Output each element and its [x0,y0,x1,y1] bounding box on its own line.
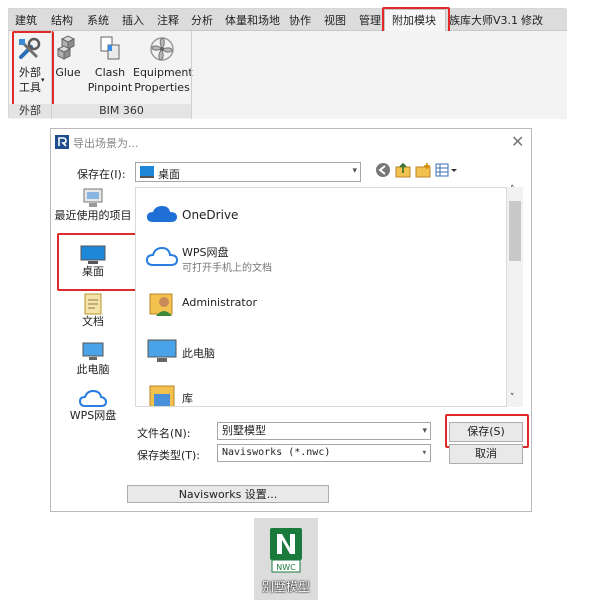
file-name: OneDrive [182,208,239,222]
place-this-pc[interactable]: 此电脑 [51,341,135,381]
ribbon-tab-bar: 建筑 结构 系统 插入 注释 分析 体量和场地 协作 视图 管理 附加模块 族库… [9,9,567,31]
list-item-onedrive[interactable]: OneDrive [146,200,446,240]
highlight-external-tools [12,31,54,107]
filetype-select[interactable]: Navisworks (*.nwc) ▾ [217,444,431,462]
clash-pinpoint-button[interactable]: Clash Pinpoint [87,35,133,101]
clash-pinpoint-label-1: Clash [94,66,126,79]
clash-pinpoint-label-2: Pinpoint [87,81,133,94]
glue-label: Glue [55,66,81,79]
place-wps-label: WPS网盘 [69,409,117,422]
place-recent[interactable]: 最近使用的项目 [51,187,135,227]
library-folder-icon [149,385,175,406]
tab-collaborate[interactable]: 协作 [289,12,311,28]
list-item-library[interactable]: 库 [146,380,446,406]
filename-input[interactable]: 别墅模型 ▾ [217,422,431,440]
tab-annotate[interactable]: 注释 [157,12,179,28]
filetype-value: Navisworks (*.nwc) [222,447,331,458]
tab-architecture[interactable]: 建筑 [15,12,37,28]
dialog-titlebar: 导出场景为... ✕ [51,129,531,157]
chevron-down-icon: ▾ [352,166,357,176]
panel-label-bim360: BIM 360 [52,104,191,118]
tab-view[interactable]: 视图 [324,12,346,28]
tab-systems[interactable]: 系统 [87,12,109,28]
nwc-file-tile[interactable]: NWC 别墅模型 [254,518,318,600]
place-wps[interactable]: WPS网盘 [51,389,135,429]
revit-app-icon [55,135,69,149]
equipment-properties-label-2: Properties [134,81,190,94]
file-list: OneDrive WPS网盘 可打开手机上的文档 Administrator 此… [135,187,507,407]
glue-cubes-icon [56,35,76,60]
close-icon[interactable]: ✕ [511,132,524,151]
wps-cloud-icon [79,389,107,407]
nwc-file-icon: NWC [270,528,302,573]
file-name: WPS网盘 [182,246,229,259]
save-in-label: 保存在(I): [77,168,126,181]
equipment-properties-button[interactable]: Equipment Properties [133,35,193,101]
place-documents[interactable]: 文档 [51,293,135,333]
chevron-down-icon: ▾ [422,426,427,436]
export-scene-dialog: 导出场景为... ✕ 保存在(I): 桌面 ▾ 最近使用的项目 桌面 文档 此电… [50,128,532,512]
tab-analyze[interactable]: 分析 [191,12,213,28]
cancel-button[interactable]: 取消 [449,444,523,464]
place-this-pc-label: 此电脑 [76,363,110,376]
equipment-fan-icon [150,37,174,61]
recent-items-icon [83,188,103,207]
nav-toolbar [373,162,463,182]
tab-insert[interactable]: 插入 [122,12,144,28]
place-recent-label: 最近使用的项目 [54,209,132,222]
glue-button[interactable]: Glue [53,35,83,101]
new-folder-icon[interactable] [415,162,431,178]
view-menu-icon[interactable] [435,162,457,178]
tab-manage[interactable]: 管理 [359,12,381,28]
list-item-administrator[interactable]: Administrator [146,288,446,328]
scroll-up-icon[interactable]: ˄ [510,185,515,195]
filename-value: 别墅模型 [222,424,266,437]
filetype-label: 保存类型(T): [137,449,201,462]
up-folder-icon[interactable] [395,162,411,178]
ribbon: 建筑 结构 系统 插入 注释 分析 体量和场地 协作 视图 管理 附加模块 族库… [8,7,567,119]
tab-family-library[interactable]: 族库大师V3.1 [449,12,518,28]
highlight-save-button [445,414,529,448]
chevron-down-icon: ▾ [421,448,427,458]
computer-icon [82,342,104,360]
tab-structure[interactable]: 结构 [51,12,73,28]
file-name: 此电脑 [182,347,215,360]
documents-icon [84,293,102,315]
scroll-down-icon[interactable]: ˅ [510,393,515,403]
file-name: Administrator [182,296,257,309]
places-bar: 最近使用的项目 桌面 文档 此电脑 WPS网盘 [51,187,137,471]
back-icon[interactable] [375,162,391,178]
computer-icon [147,339,177,362]
user-folder-icon [149,293,173,316]
wps-cloud-icon [146,246,178,266]
file-list-scrollbar[interactable]: ˄ ˅ [507,185,523,407]
list-item-wps[interactable]: WPS网盘 可打开手机上的文档 [146,242,446,282]
tab-modify[interactable]: 修改 [521,12,543,28]
panel-label-external: 外部 [9,104,51,118]
onedrive-cloud-icon [147,206,177,222]
navisworks-settings-button[interactable]: Navisworks 设置... [127,485,329,503]
place-documents-label: 文档 [82,315,104,328]
dialog-title: 导出场景为... [73,137,139,150]
file-name: 库 [182,392,193,405]
tab-massing-site[interactable]: 体量和场地 [225,12,280,28]
list-item-this-pc[interactable]: 此电脑 [146,336,446,376]
clash-pinpoint-icon [100,36,120,60]
save-in-dropdown[interactable]: 桌面 ▾ [135,162,361,182]
filename-label: 文件名(N): [137,427,191,440]
panel-divider [191,31,192,119]
equipment-properties-label-1: Equipment [133,66,193,79]
scroll-thumb[interactable] [509,201,521,261]
ribbon-tools-panel: 外部 工具 ▾ Glue Clash Pinpoint Equipment Pr… [9,31,567,119]
file-subtitle: 可打开手机上的文档 [182,263,272,274]
save-in-value: 桌面 [158,168,180,181]
nwc-badge-text: NWC [276,563,296,572]
desktop-icon [140,166,154,178]
nwc-file-name: 别墅模型 [261,580,310,594]
highlight-desktop [57,233,137,291]
